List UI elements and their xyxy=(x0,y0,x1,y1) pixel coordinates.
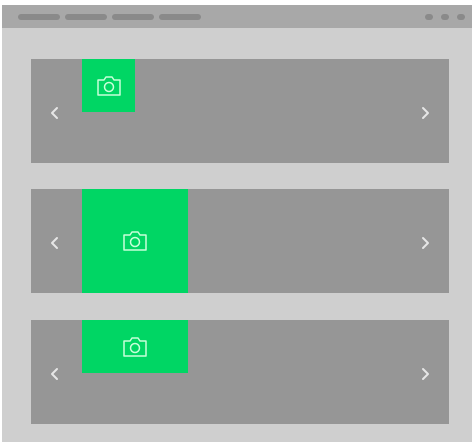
camera-icon xyxy=(95,73,123,99)
chevron-left-icon[interactable] xyxy=(47,235,63,251)
chevron-left-icon[interactable] xyxy=(47,366,63,382)
image-carousel-3 xyxy=(31,320,449,424)
tab-placeholder-3[interactable] xyxy=(112,14,154,20)
tab-placeholder-2[interactable] xyxy=(65,14,107,20)
carousel-image-placeholder[interactable] xyxy=(82,320,188,373)
window-control-1[interactable] xyxy=(425,14,433,20)
camera-icon xyxy=(121,228,149,254)
carousel-image-placeholder[interactable] xyxy=(82,189,188,293)
chevron-right-icon[interactable] xyxy=(417,235,433,251)
title-bar xyxy=(2,5,472,28)
chevron-right-icon[interactable] xyxy=(417,366,433,382)
chevron-left-icon[interactable] xyxy=(47,105,63,121)
carousel-image-placeholder[interactable] xyxy=(82,59,135,112)
tab-placeholder-4[interactable] xyxy=(159,14,201,20)
camera-icon xyxy=(121,334,149,360)
tab-placeholder-1[interactable] xyxy=(18,14,60,20)
window-control-2[interactable] xyxy=(441,14,449,20)
window-control-3[interactable] xyxy=(457,14,465,20)
browser-window xyxy=(2,5,472,442)
image-carousel-1 xyxy=(31,59,449,163)
image-carousel-2 xyxy=(31,189,449,293)
chevron-right-icon[interactable] xyxy=(417,105,433,121)
